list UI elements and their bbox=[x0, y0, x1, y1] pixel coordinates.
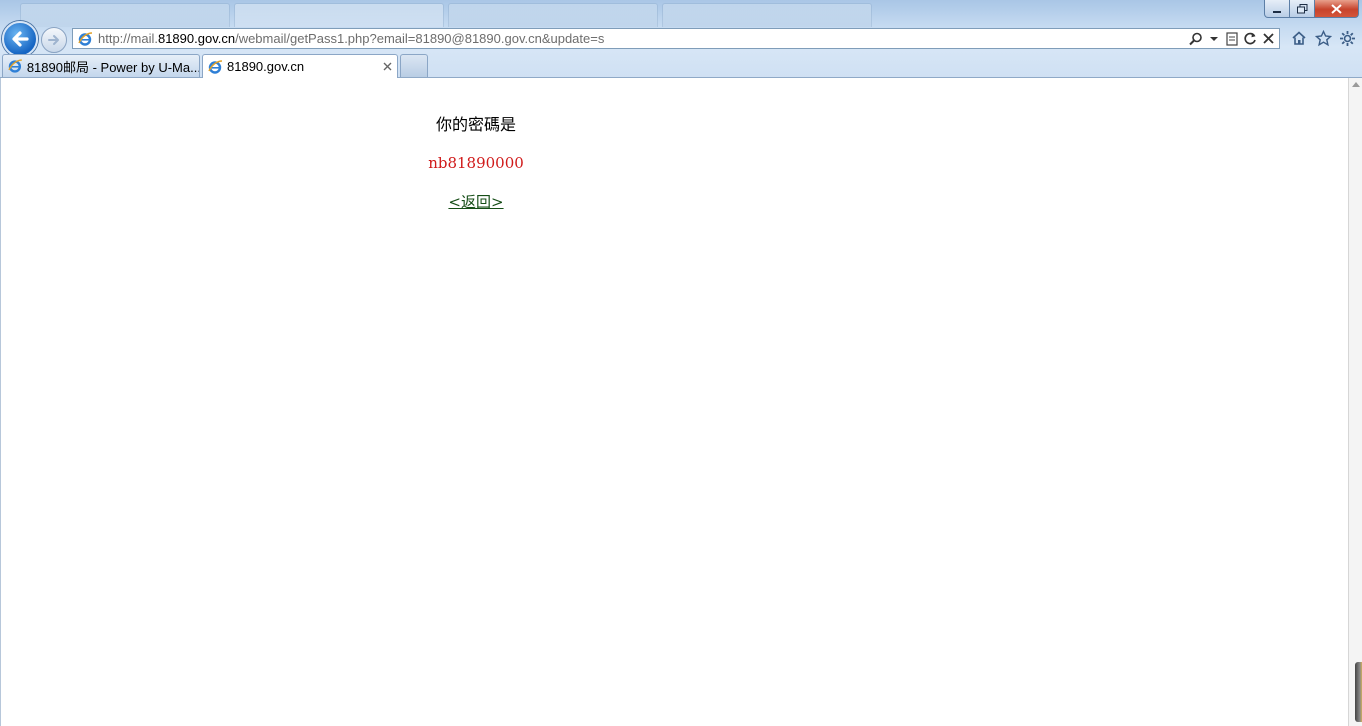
address-url[interactable]: http://mail.81890.gov.cn/webmail/getPass… bbox=[98, 31, 1189, 46]
restore-icon bbox=[1296, 3, 1307, 13]
ie-page-icon bbox=[8, 59, 22, 73]
scroll-up-arrow-icon[interactable] bbox=[1352, 82, 1360, 87]
tab-81890-mail[interactable]: 81890邮局 - Power by U-Ma... bbox=[2, 54, 200, 77]
minimize-icon bbox=[1273, 10, 1281, 13]
page-content: 你的密碼是 nb81890000 <返回> bbox=[0, 78, 1348, 726]
ie-page-icon bbox=[75, 29, 95, 48]
search-icon bbox=[1189, 32, 1202, 45]
ghost-tab bbox=[20, 3, 230, 27]
close-tab-button[interactable] bbox=[383, 59, 392, 74]
tab-label: 81890.gov.cn bbox=[227, 59, 305, 74]
url-domain: 81890.gov.cn bbox=[157, 31, 236, 46]
background-window-tabs bbox=[20, 3, 876, 27]
compatibility-view-button[interactable] bbox=[1225, 31, 1239, 47]
compatibility-icon bbox=[1226, 31, 1238, 46]
refresh-icon bbox=[1243, 32, 1256, 45]
arrow-right-icon bbox=[48, 35, 59, 45]
tab-label: 81890邮局 - Power by U-Ma... bbox=[26, 59, 199, 75]
address-bar[interactable]: http://mail.81890.gov.cn/webmail/getPass… bbox=[72, 28, 1280, 49]
password-message: 你的密碼是 bbox=[435, 115, 516, 134]
minimize-button[interactable] bbox=[1264, 0, 1290, 18]
tab-81890-gov-cn[interactable]: 81890.gov.cn bbox=[202, 54, 398, 78]
ghost-tab bbox=[234, 3, 444, 27]
search-button[interactable] bbox=[1189, 31, 1203, 47]
scrollbar-thumb[interactable] bbox=[1355, 662, 1362, 722]
stop-button[interactable] bbox=[1261, 31, 1275, 47]
refresh-button[interactable] bbox=[1243, 31, 1257, 47]
tools-button[interactable] bbox=[1338, 29, 1356, 47]
favorites-button[interactable] bbox=[1314, 29, 1332, 47]
gear-icon bbox=[1339, 30, 1355, 46]
browser-chrome: http://mail.81890.gov.cn/webmail/getPass… bbox=[0, 0, 1362, 78]
search-dropdown[interactable] bbox=[1207, 31, 1221, 47]
toolbar-right bbox=[1290, 29, 1356, 47]
close-icon bbox=[1331, 3, 1342, 14]
stop-x-icon bbox=[1262, 33, 1274, 44]
back-link[interactable]: <返回> bbox=[401, 191, 551, 212]
home-button[interactable] bbox=[1290, 29, 1308, 47]
ghost-tab bbox=[448, 3, 658, 27]
home-icon bbox=[1292, 31, 1306, 45]
star-icon bbox=[1314, 29, 1332, 46]
url-path: /webmail/getPass1.php?email=81890@81890.… bbox=[235, 31, 605, 46]
tab-strip: 81890邮局 - Power by U-Ma... 81890.gov.cn bbox=[0, 53, 1362, 78]
vertical-scrollbar[interactable] bbox=[1348, 78, 1362, 726]
ghost-tab bbox=[662, 3, 872, 27]
url-prefix: http://mail. bbox=[98, 31, 158, 46]
window-controls bbox=[1264, 0, 1359, 18]
forward-button[interactable] bbox=[41, 27, 67, 53]
ie-page-icon bbox=[208, 59, 223, 74]
new-tab-button[interactable] bbox=[400, 54, 428, 77]
arrow-left-icon bbox=[12, 31, 29, 47]
chevron-down-icon bbox=[1210, 36, 1218, 41]
back-button[interactable] bbox=[2, 21, 38, 57]
password-value: nb81890000 bbox=[428, 154, 524, 172]
close-icon bbox=[383, 62, 392, 71]
close-window-button[interactable] bbox=[1315, 0, 1359, 18]
restore-button[interactable] bbox=[1290, 0, 1315, 18]
address-tools bbox=[1189, 31, 1279, 47]
